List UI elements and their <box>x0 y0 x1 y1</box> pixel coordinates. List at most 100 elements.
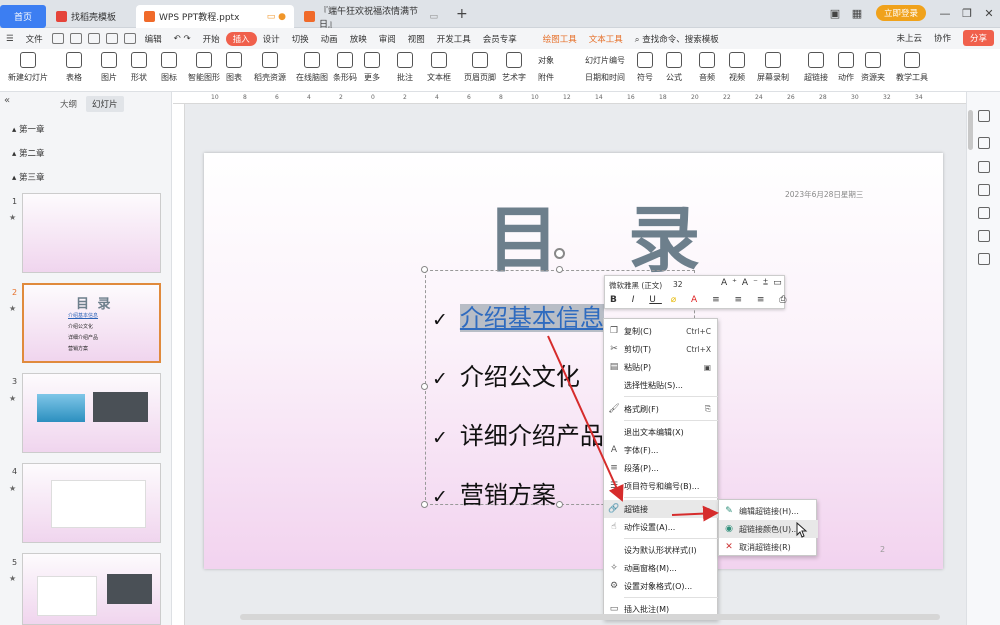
ribbon-new-slide[interactable]: 新建幻灯片 <box>8 52 48 83</box>
menu-animation-pane[interactable]: ✧ 动画窗格(M)... <box>604 559 719 577</box>
ribbon-textbox[interactable]: 文本框 <box>427 52 451 83</box>
share-button[interactable]: 分享 <box>962 30 994 46</box>
ribbon-screen-record[interactable]: 屏幕录制 <box>757 52 789 83</box>
bullet-item-4[interactable]: ✓ 营销方案 <box>432 475 556 510</box>
ribbon-picture[interactable]: 图片 <box>101 52 117 83</box>
chapter-3[interactable]: ▴ 第三章 <box>12 171 44 183</box>
sidebar-copy-icon[interactable] <box>978 184 990 196</box>
menu-transition[interactable]: 切换 <box>286 33 315 45</box>
layout-icon[interactable]: ▣ <box>824 7 846 20</box>
ribbon-video[interactable]: 视频 <box>729 52 745 83</box>
ribbon-symbol[interactable]: 符号 <box>637 52 653 83</box>
sidebar-select-icon[interactable] <box>978 110 990 122</box>
ribbon-smartart[interactable]: 智能图形 <box>188 52 220 83</box>
font-grow-shrink-icon[interactable]: A⁺A⁻⩲▭ <box>721 278 787 288</box>
resize-handle[interactable] <box>556 266 563 273</box>
sidebar-location-icon[interactable] <box>978 230 990 242</box>
menu-member[interactable]: 会员专享 <box>477 33 523 45</box>
export-icon[interactable] <box>69 33 82 44</box>
painter-option-icon[interactable]: ⎘ <box>705 404 711 414</box>
resize-handle[interactable] <box>421 266 428 273</box>
paste-option-icon[interactable]: ▣ <box>704 363 711 372</box>
menu-action-settings[interactable]: ☝ 动作设置(A)... <box>604 518 719 536</box>
ribbon-resource-folder[interactable]: 资源夹 <box>861 52 885 83</box>
ribbon-docer-resource[interactable]: 稻壳资源 <box>254 52 286 83</box>
menu-animation[interactable]: 动画 <box>315 33 344 45</box>
ribbon-chart[interactable]: 图表 <box>226 52 242 83</box>
undo-icon[interactable]: ↶ ↷ <box>168 34 197 44</box>
ribbon-more[interactable]: 更多 <box>364 52 380 83</box>
menu-copy[interactable]: ❐ 复制(C) Ctrl+C <box>604 322 719 340</box>
new-tab-plus-icon[interactable]: + <box>456 6 468 22</box>
restore-icon[interactable]: ❐ <box>956 7 978 20</box>
menu-hyperlink[interactable]: 🔗 超链接 › <box>604 500 719 518</box>
menu-bullets[interactable]: ☰ 项目符号和编号(B)... <box>604 477 719 495</box>
ribbon-table[interactable]: 表格 <box>66 52 82 83</box>
menu-default-shape-style[interactable]: 设为默认形状样式(I) <box>604 541 719 559</box>
bullet-item-3[interactable]: ✓ 详细介绍产品 <box>432 416 604 451</box>
ribbon-shape[interactable]: 形状 <box>131 52 147 83</box>
slide-thumb-5[interactable] <box>22 553 161 625</box>
tab-close-icon[interactable]: ▭ <box>429 12 438 22</box>
resize-handle[interactable] <box>421 383 428 390</box>
vertical-ruler[interactable] <box>173 104 185 625</box>
tab-other-file[interactable]: 『端午狂欢祝福浓情满节日』 ▭ <box>296 5 446 30</box>
ribbon-comment[interactable]: 批注 <box>397 52 413 83</box>
slide-thumb-4[interactable] <box>22 463 161 543</box>
menu-text-tools[interactable]: 文本工具 <box>583 33 629 45</box>
menu-insert[interactable]: 插入 <box>225 31 257 46</box>
ribbon-icon[interactable]: 图标 <box>161 52 177 83</box>
sidebar-animation-icon[interactable] <box>978 161 990 173</box>
menu-format-painter[interactable]: 🖌 格式刷(F) ⎘ <box>604 400 719 418</box>
rotate-handle-icon[interactable] <box>554 248 565 259</box>
bullet-item-2[interactable]: ✓ 介绍公文化 <box>432 357 580 392</box>
ribbon-teaching-tools[interactable]: 教学工具 <box>896 52 928 83</box>
menu-file[interactable]: 文件 <box>20 33 49 45</box>
slide-thumb-2[interactable]: 目 录 介绍基本信息 介绍公文化 详细介绍产品 营销方案 <box>22 283 161 363</box>
vertical-scrollbar[interactable] <box>968 110 973 150</box>
tab-home[interactable]: 首页 <box>0 5 46 28</box>
ribbon-action[interactable]: 动作 <box>838 52 854 83</box>
hamburger-icon[interactable]: ☰ <box>0 34 20 44</box>
save-icon[interactable] <box>51 33 64 44</box>
ribbon-mindmap[interactable]: 在线脑图 <box>296 52 328 83</box>
login-button[interactable]: 立即登录 <box>875 5 926 21</box>
menu-drawing-tools[interactable]: 绘图工具 <box>537 33 583 45</box>
sidebar-layout-icon[interactable] <box>978 207 990 219</box>
ribbon-wordart[interactable]: 艺术字 <box>502 52 526 83</box>
menu-format-object[interactable]: ⚙ 设置对象格式(O)... <box>604 577 719 595</box>
cloud-status[interactable]: 未上云 <box>890 32 928 44</box>
preview-icon[interactable] <box>105 33 118 44</box>
chapter-2[interactable]: ▴ 第二章 <box>12 147 44 159</box>
slide-date[interactable]: 2023年6月28日星期三 <box>785 189 863 200</box>
collapse-panel-icon[interactable]: « <box>4 95 10 106</box>
font-select[interactable]: 微软雅黑 (正文) <box>609 280 669 291</box>
ribbon-audio[interactable]: 音频 <box>699 52 715 83</box>
submenu-remove-hyperlink[interactable]: ✕ 取消超链接(R) <box>719 538 818 556</box>
format-buttons[interactable]: B I U ⌀ A ≡ ≡ ≡ ⎙ <box>610 295 793 305</box>
menu-font[interactable]: A 字体(F)... <box>604 441 719 459</box>
ribbon-barcode[interactable]: 条形码 <box>333 52 357 83</box>
font-size-select[interactable]: 32 <box>673 280 713 291</box>
chapter-1[interactable]: ▴ 第一章 <box>12 123 44 135</box>
submenu-edit-hyperlink[interactable]: ✎ 编辑超链接(H)... <box>719 502 818 520</box>
menu-view[interactable]: 视图 <box>402 33 431 45</box>
tab-outline[interactable]: 大纲 <box>60 98 77 110</box>
ribbon-header-footer[interactable]: 页眉页脚 <box>464 52 496 83</box>
format-icon[interactable] <box>123 33 136 44</box>
slide-thumb-1[interactable] <box>22 193 161 273</box>
close-icon[interactable]: ✕ <box>978 7 1000 20</box>
ribbon-hyperlink[interactable]: 超链接 <box>804 52 828 83</box>
slide-thumb-3[interactable] <box>22 373 161 453</box>
menu-cut[interactable]: ✂ 剪切(T) Ctrl+X <box>604 340 719 358</box>
print-icon[interactable] <box>87 33 100 44</box>
menu-paste-special[interactable]: 选择性粘贴(S)... <box>604 376 719 394</box>
ribbon-formula[interactable]: 公式 <box>666 52 682 83</box>
tab-find-template[interactable]: 找稻壳模板 <box>48 5 134 28</box>
resize-handle[interactable] <box>421 501 428 508</box>
sidebar-properties-icon[interactable] <box>978 137 990 149</box>
menu-edit[interactable]: 编辑 <box>139 33 168 45</box>
collab-button[interactable]: 协作 <box>928 32 957 44</box>
menu-devtools[interactable]: 开发工具 <box>431 33 477 45</box>
submenu-hyperlink-color[interactable]: ◉ 超链接颜色(U)... <box>719 520 818 538</box>
